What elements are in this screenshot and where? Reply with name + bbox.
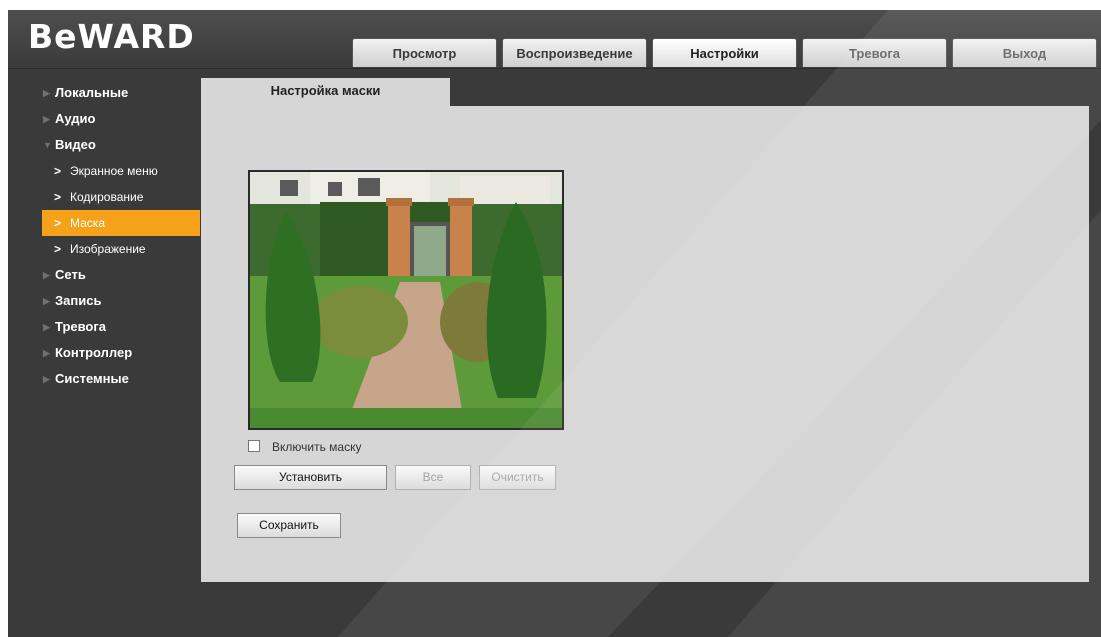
set-button[interactable]: Установить [234, 465, 387, 490]
sidebar-item-label: Аудио [55, 111, 96, 126]
video-preview[interactable] [248, 170, 564, 430]
garden-scene-image [250, 172, 562, 428]
sidebar-item-label: Локальные [55, 85, 129, 100]
chevron-right-icon: > [54, 164, 62, 178]
sidebar-subitem-label: Экранное меню [70, 164, 158, 178]
sidebar-item-label: Системные [55, 371, 129, 386]
tab-alarm[interactable]: Тревога [802, 38, 947, 67]
sidebar-item-video[interactable]: ▼ Видео [8, 132, 200, 158]
tab-view[interactable]: Просмотр [352, 38, 497, 67]
sidebar-item-label: Тревога [55, 319, 107, 334]
sidebar-item-label: Контроллер [55, 345, 133, 360]
sidebar-item-label: Сеть [55, 267, 86, 282]
sidebar-item-local[interactable]: ▶ Локальные [8, 80, 200, 106]
clear-button[interactable]: Очистить [479, 465, 556, 490]
sidebar-subitem-encoding[interactable]: > Кодирование [8, 184, 200, 210]
beward-logo: BeWARD [28, 17, 195, 56]
chevron-right-icon: > [54, 216, 62, 230]
header-bar: BeWARD Просмотр Воспроизведение Настройк… [8, 10, 1101, 69]
enable-mask-checkbox[interactable] [248, 440, 260, 452]
sidebar: ▶ Локальные ▶ Аудио ▼ Видео > Экранное м… [8, 80, 200, 392]
chevron-right-icon: > [54, 242, 62, 256]
sidebar-item-record[interactable]: ▶ Запись [8, 288, 200, 314]
enable-mask-label: Включить маску [272, 440, 362, 454]
sidebar-subitem-label: Кодирование [70, 190, 144, 204]
tab-mask-settings[interactable]: Настройка маски [201, 78, 450, 106]
sidebar-item-alarm[interactable]: ▶ Тревога [8, 314, 200, 340]
tab-logout[interactable]: Выход [952, 38, 1097, 67]
sidebar-subitem-label: Маска [70, 216, 105, 230]
mask-settings-panel: Настройка маски Включить маску Установит… [201, 78, 1089, 582]
tab-playback[interactable]: Воспроизведение [502, 38, 647, 67]
tab-settings[interactable]: Настройки [652, 38, 797, 67]
sidebar-item-label: Запись [55, 293, 102, 308]
sidebar-item-controller[interactable]: ▶ Контроллер [8, 340, 200, 366]
all-button[interactable]: Все [395, 465, 471, 490]
sidebar-subitem-mask[interactable]: > Маска [42, 210, 200, 236]
sidebar-item-audio[interactable]: ▶ Аудио [8, 106, 200, 132]
sidebar-subitem-label: Изображение [70, 242, 146, 256]
sidebar-subitem-image[interactable]: > Изображение [8, 236, 200, 262]
panel-tab-bar: Настройка маски [201, 78, 1089, 106]
save-button[interactable]: Сохранить [237, 513, 341, 538]
sidebar-item-network[interactable]: ▶ Сеть [8, 262, 200, 288]
app-window: BeWARD Просмотр Воспроизведение Настройк… [8, 10, 1101, 637]
sidebar-item-system[interactable]: ▶ Системные [8, 366, 200, 392]
chevron-right-icon: > [54, 190, 62, 204]
sidebar-subitem-osd[interactable]: > Экранное меню [8, 158, 200, 184]
sidebar-item-label: Видео [55, 137, 96, 152]
